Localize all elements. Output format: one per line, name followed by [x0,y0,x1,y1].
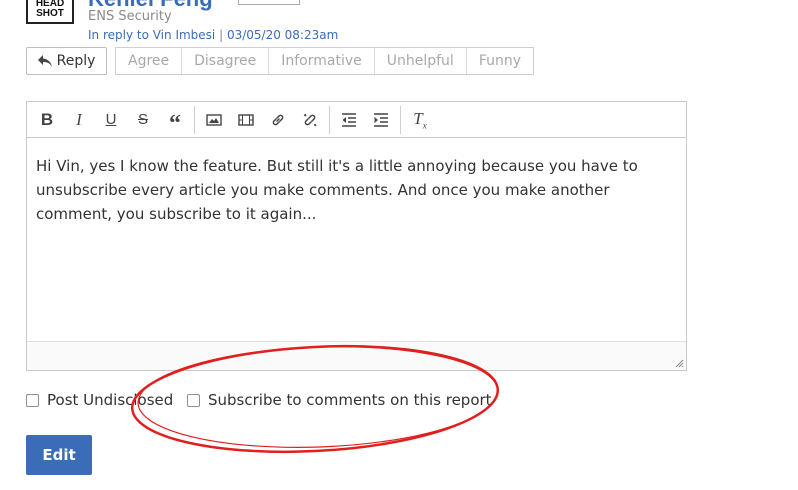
comment-editor: B I U S “ Tx Hi Vin, yes I know the feat… [26,101,687,371]
reaction-bar: Agree Disagree Informative Unhelpful Fun… [115,47,535,75]
reaction-disagree[interactable]: Disagree [182,48,270,74]
editor-status-bar [27,341,686,370]
reaction-unhelpful[interactable]: Unhelpful [375,48,467,74]
toolbar-divider [400,105,401,134]
clear-format-icon[interactable]: Tx [404,102,436,137]
reaction-informative[interactable]: Informative [269,48,375,74]
video-icon[interactable] [230,102,262,137]
reply-context: In reply to Vin Imbesi | 03/05/20 08:23a… [88,28,338,42]
toolbar-divider [329,105,330,134]
comment-timestamp[interactable]: 03/05/20 08:23am [227,28,338,42]
reaction-agree[interactable]: Agree [116,48,183,74]
unlink-icon[interactable] [294,102,326,137]
reaction-funny[interactable]: Funny [467,48,533,74]
author-company: ENS Security [88,9,172,24]
strikethrough-icon[interactable]: S [127,102,159,137]
avatar: HEAD SHOT [26,0,74,24]
outdent-icon[interactable] [333,102,365,137]
indent-icon[interactable] [365,102,397,137]
blockquote-icon[interactable]: “ [159,102,191,137]
link-icon[interactable] [262,102,294,137]
subscribe-checkbox[interactable] [187,393,200,407]
resize-handle-icon[interactable] [675,359,684,368]
reply-arrow-icon [37,55,52,67]
toolbar-divider [194,105,195,134]
image-icon[interactable] [198,102,230,137]
post-undisclosed-checkbox[interactable] [26,393,39,407]
headshot-line2: SHOT [36,8,64,19]
subscribe-option[interactable]: Subscribe to comments on this report [187,391,492,409]
author-badge [238,0,300,5]
edit-button[interactable]: Edit [26,435,92,475]
post-undisclosed-label: Post Undisclosed [47,391,174,409]
italic-icon[interactable]: I [63,102,95,137]
reply-label: Reply [56,53,96,69]
subscribe-label: Subscribe to comments on this report [208,391,492,409]
reply-to-link[interactable]: In reply to Vin Imbesi [88,28,215,42]
reply-separator: | [215,28,227,42]
bold-icon[interactable]: B [31,102,63,137]
editor-content[interactable]: Hi Vin, yes I know the feature. But stil… [36,154,666,226]
post-undisclosed-option[interactable]: Post Undisclosed [26,391,173,409]
editor-toolbar: B I U S “ Tx [27,102,686,138]
underline-icon[interactable]: U [95,102,127,137]
reply-button[interactable]: Reply [26,47,107,75]
